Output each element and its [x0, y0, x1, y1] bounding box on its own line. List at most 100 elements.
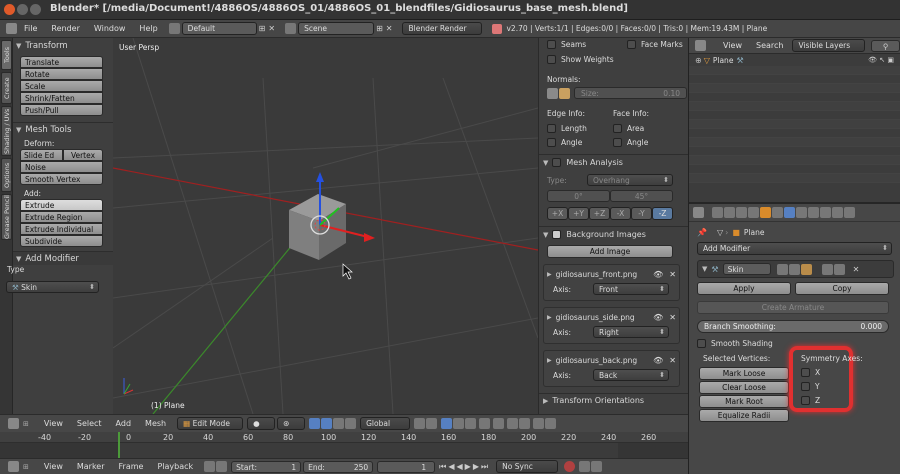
- eye-icon[interactable]: 👁: [653, 356, 663, 365]
- modifier-name-field[interactable]: Skin: [722, 263, 771, 275]
- transform-orientations-header[interactable]: ▶ Transform Orientations: [539, 393, 688, 407]
- proportional-edit-icon[interactable]: [493, 418, 505, 429]
- symmetry-z-checkbox[interactable]: [801, 396, 810, 405]
- current-frame-field[interactable]: 1: [377, 460, 436, 473]
- opengl-anim-icon[interactable]: [545, 418, 557, 429]
- menu-help[interactable]: Help: [132, 24, 164, 33]
- pin-icon[interactable]: 📌: [697, 228, 707, 237]
- render-engine-selector[interactable]: Blender Render: [402, 22, 483, 35]
- mark-loose-button[interactable]: Mark Loose: [699, 367, 789, 380]
- close-icon[interactable]: ✕: [669, 356, 676, 365]
- editor-type-icon[interactable]: [6, 23, 17, 34]
- add-modifier-select[interactable]: Add Modifier: [697, 242, 892, 255]
- transform-panel-header[interactable]: ▼ Transform: [13, 39, 113, 53]
- expand-icon[interactable]: ⊕: [695, 56, 702, 65]
- menu-view[interactable]: View: [37, 462, 70, 471]
- render-layers-tab-icon[interactable]: [724, 207, 735, 218]
- pivot-selector[interactable]: ⊛: [277, 417, 306, 430]
- smooth-shading-checkbox[interactable]: [697, 338, 706, 348]
- snap-icon[interactable]: [507, 418, 519, 429]
- physics-tab-icon[interactable]: [844, 207, 855, 218]
- close-window-icon[interactable]: [4, 4, 15, 15]
- axis-plus-y-button[interactable]: +Y: [568, 207, 589, 220]
- menu-collapse-icon[interactable]: ⊞: [23, 420, 29, 428]
- extrude-region-button[interactable]: Extrude Region: [20, 211, 103, 223]
- axis-select[interactable]: Right: [593, 326, 669, 338]
- face-normals-icon[interactable]: [559, 87, 570, 99]
- face-select-icon[interactable]: [465, 418, 477, 429]
- viewport-canvas[interactable]: [113, 38, 538, 414]
- texture-tab-icon[interactable]: [820, 207, 831, 218]
- noise-button[interactable]: Noise: [20, 161, 103, 173]
- tab-grease-pencil[interactable]: Grease Pencil: [1, 194, 12, 240]
- analysis-type-select[interactable]: Overhang: [587, 174, 673, 186]
- layer-button-icon[interactable]: [414, 418, 426, 429]
- end-frame-field[interactable]: End: 250: [303, 460, 374, 473]
- scene-icon[interactable]: [285, 23, 297, 34]
- add-scene-icon[interactable]: ⊞: [376, 24, 383, 33]
- angle-min-field[interactable]: 0°: [547, 190, 610, 202]
- add-image-button[interactable]: Add Image: [547, 245, 673, 258]
- visibility-icons[interactable]: 👁 ↖ ▣: [868, 56, 894, 64]
- modifiers-tab-icon[interactable]: [784, 207, 795, 218]
- menu-add[interactable]: Add: [109, 419, 139, 428]
- menu-playback[interactable]: Playback: [150, 462, 200, 471]
- close-icon[interactable]: ✕: [669, 270, 676, 279]
- slide-vertex-button[interactable]: Vertex: [63, 149, 103, 161]
- render-tab-icon[interactable]: [712, 207, 723, 218]
- opengl-render-icon[interactable]: [533, 418, 545, 429]
- equalize-radii-button[interactable]: Equalize Radii: [699, 409, 789, 422]
- axis-minus-y-button[interactable]: -Y: [631, 207, 652, 220]
- outliner-view-menu[interactable]: View: [716, 41, 749, 50]
- subdivide-button[interactable]: Subdivide: [20, 235, 103, 247]
- eye-icon[interactable]: 👁: [653, 313, 663, 322]
- tab-options[interactable]: Options: [1, 158, 12, 192]
- start-frame-field[interactable]: Start: 1: [231, 460, 302, 473]
- apply-button[interactable]: Apply: [697, 282, 791, 295]
- 3d-viewport[interactable]: User Persp (1) Plane: [113, 38, 538, 414]
- snap-element-icon[interactable]: [519, 418, 531, 429]
- axis-select[interactable]: Back: [593, 369, 669, 381]
- scale-manipulator-icon[interactable]: [345, 418, 357, 429]
- menu-file[interactable]: File: [17, 24, 44, 33]
- clear-loose-button[interactable]: Clear Loose: [699, 381, 789, 394]
- properties-editor-icon[interactable]: [693, 207, 704, 218]
- edge-select-icon[interactable]: [453, 418, 465, 429]
- slide-edge-button[interactable]: Slide Ed: [20, 149, 63, 161]
- expand-icon[interactable]: ▶: [547, 357, 552, 364]
- menu-view[interactable]: View: [37, 419, 70, 428]
- rotate-button[interactable]: Rotate: [20, 68, 103, 80]
- vertex-select-icon[interactable]: [441, 418, 453, 429]
- editor-type-icon[interactable]: [8, 461, 19, 472]
- extrude-individual-button[interactable]: Extrude Individual: [20, 223, 103, 235]
- shrink-fatten-button[interactable]: Shrink/Fatten: [20, 92, 103, 104]
- layer-button-icon[interactable]: [426, 418, 438, 429]
- tab-tools[interactable]: Tools: [1, 40, 12, 70]
- vertex-normals-icon[interactable]: [547, 87, 558, 99]
- occlude-geometry-icon[interactable]: [479, 418, 491, 429]
- current-frame-marker[interactable]: [118, 432, 120, 458]
- length-checkbox[interactable]: [547, 123, 556, 133]
- translate-button[interactable]: Translate: [20, 56, 103, 68]
- expand-icon[interactable]: ▶: [547, 271, 552, 278]
- keyframe-insert-icon[interactable]: [591, 461, 603, 472]
- axis-minus-x-button[interactable]: -X: [610, 207, 631, 220]
- translate-manipulator-icon[interactable]: [321, 418, 333, 429]
- outliner-editor-icon[interactable]: [695, 40, 706, 51]
- mesh-analysis-header[interactable]: ▼ Mesh Analysis: [539, 154, 688, 170]
- maximize-window-icon[interactable]: [30, 4, 41, 15]
- scene-tab-icon[interactable]: [736, 207, 747, 218]
- rotate-manipulator-icon[interactable]: [333, 418, 345, 429]
- outliner-search-field[interactable]: ⚲: [871, 39, 900, 52]
- time-stretch-icon[interactable]: [216, 461, 228, 472]
- menu-collapse-icon[interactable]: ⊞: [23, 463, 29, 471]
- edge-angle-checkbox[interactable]: [547, 137, 556, 147]
- scene-selector[interactable]: Scene: [298, 22, 375, 35]
- menu-marker[interactable]: Marker: [70, 462, 112, 471]
- material-tab-icon[interactable]: [808, 207, 819, 218]
- angle-max-field[interactable]: 45°: [610, 190, 673, 202]
- menu-window[interactable]: Window: [87, 24, 133, 33]
- tab-create[interactable]: Create: [1, 72, 12, 104]
- minimize-window-icon[interactable]: [17, 4, 28, 15]
- timeline[interactable]: -40 -20 0 20 40 60 80 100 120 140 160 18…: [0, 432, 688, 458]
